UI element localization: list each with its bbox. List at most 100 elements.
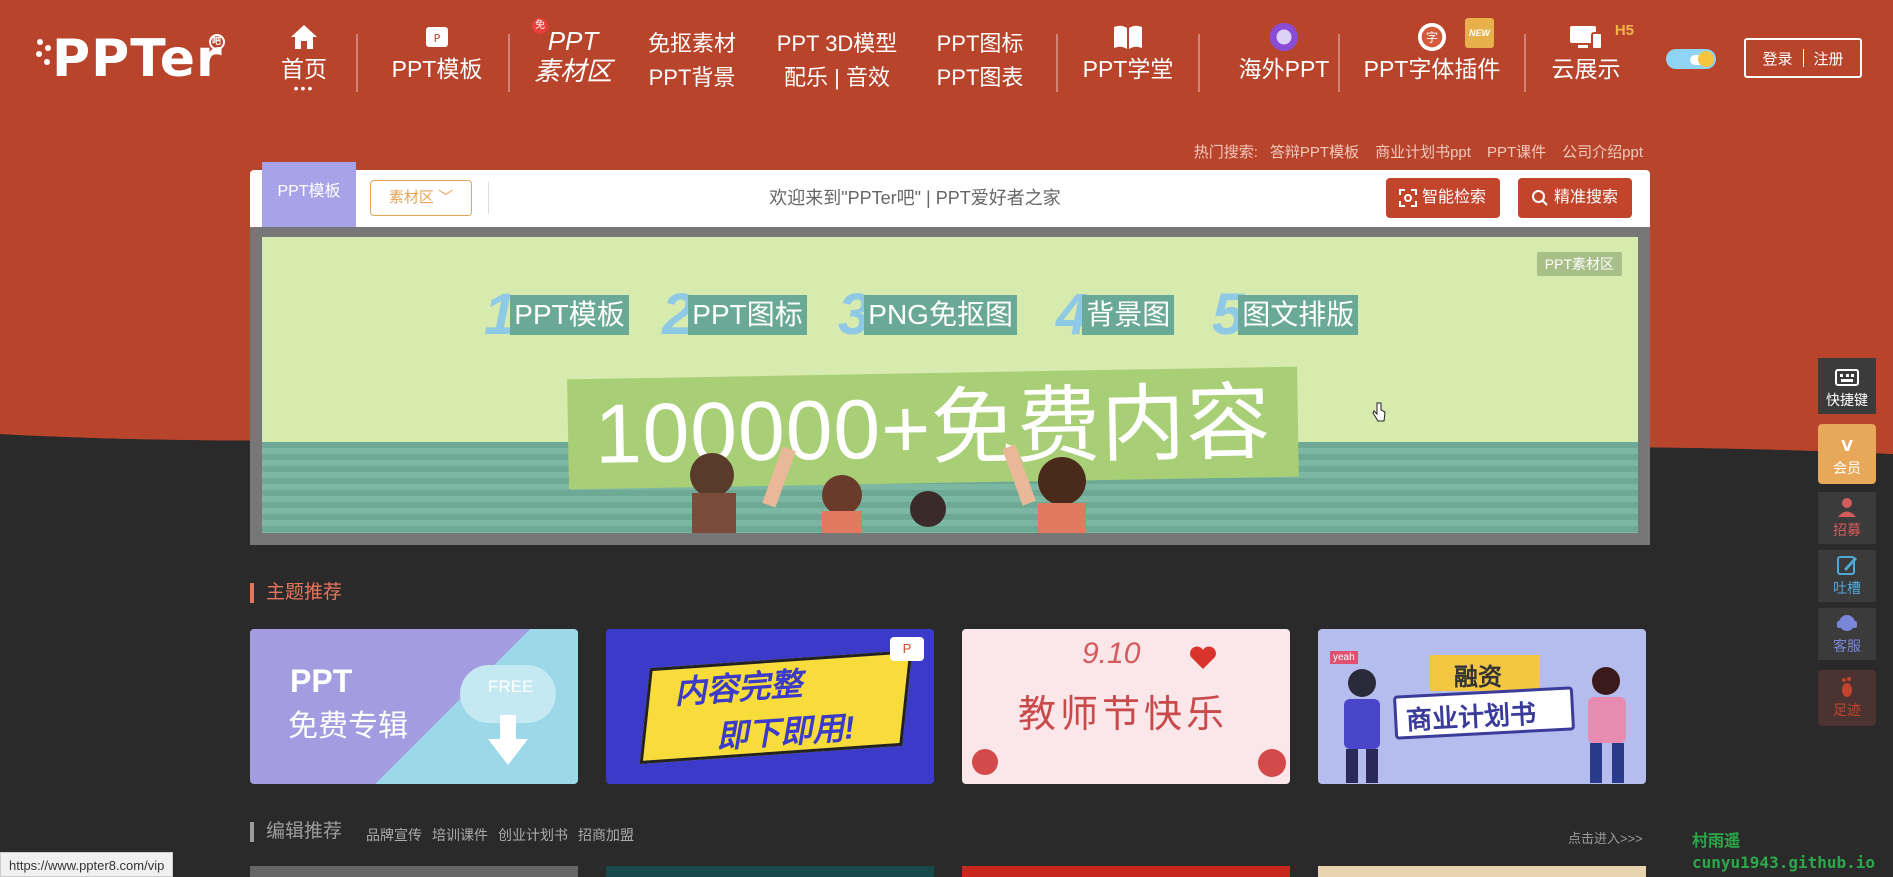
nav-ppt-template-label: PPT模板	[391, 56, 483, 82]
nav-home-label: 首页	[281, 56, 327, 82]
feedback-label: 吐槽	[1833, 580, 1861, 596]
woman-illustration	[1588, 667, 1626, 783]
book-icon	[1114, 25, 1142, 49]
watermark-name: 村雨遥	[1692, 831, 1741, 850]
logo-text: PPTer	[52, 29, 223, 89]
search-bar: PPT模板 素材区 ﹀ 欢迎来到"PPTer吧" | PPT爱好者之家 智能检索…	[250, 162, 1650, 227]
banner-feature: 5 图文排版	[1212, 285, 1359, 345]
service-button[interactable]: 客服	[1818, 608, 1876, 660]
category-dropdown[interactable]: 素材区 ﹀	[370, 180, 472, 216]
card-title: 内容完整	[673, 665, 804, 711]
search-tab-ppt[interactable]: PPT模板	[262, 162, 356, 227]
hot-search-item[interactable]: 公司介绍ppt	[1562, 141, 1643, 162]
mouse-pointer-icon	[1372, 402, 1386, 422]
feature-label: 背景图	[1082, 295, 1175, 335]
svg-text:P: P	[434, 32, 441, 45]
edit-icon	[1837, 556, 1857, 575]
editor-card[interactable]	[250, 866, 578, 877]
nav-divider	[1338, 34, 1340, 92]
nav-cutout-bg: 免抠素材 PPT背景	[642, 27, 742, 95]
recruit-button[interactable]: 招募	[1818, 492, 1876, 544]
free-badge: 免	[532, 18, 548, 34]
feedback-button[interactable]: 吐槽	[1818, 550, 1876, 602]
precise-search-button[interactable]: 精准搜索	[1518, 178, 1633, 218]
card-title: 9.10	[1082, 637, 1141, 670]
nav-material[interactable]: 免 PPT 素材区	[532, 18, 614, 86]
hot-search-item[interactable]: PPT课件	[1487, 141, 1546, 162]
logo-badge: 吧	[209, 34, 225, 50]
editor-tag[interactable]: 招商加盟	[578, 825, 634, 845]
register-button[interactable]: 注册	[1804, 48, 1854, 69]
font-plugin-icon: 字	[1417, 22, 1447, 52]
keyboard-icon	[1835, 369, 1859, 386]
nav-school[interactable]: PPT学堂	[1080, 22, 1176, 84]
service-label: 客服	[1833, 638, 1861, 654]
people-illustration	[690, 445, 1086, 533]
shortcut-label: 快捷键	[1826, 392, 1868, 408]
banner-feature: 2 PPT图标	[662, 285, 807, 345]
smart-search-button[interactable]: 智能检索	[1386, 178, 1501, 218]
nav-font-plugin-label: PPT字体插件	[1363, 56, 1501, 82]
hot-search-item[interactable]: 商业计划书ppt	[1375, 141, 1471, 162]
nav-overseas[interactable]: 海外PPT	[1222, 22, 1346, 84]
editor-card[interactable]	[606, 866, 934, 877]
hot-search-label: 热门搜索:	[1193, 144, 1258, 161]
footprint-button[interactable]: 足迹	[1818, 670, 1876, 726]
shortcut-button[interactable]: 快捷键	[1818, 358, 1876, 414]
nav-home[interactable]: 首页 •••	[276, 22, 332, 95]
section-title-theme: 主题推荐	[250, 583, 342, 603]
search-divider	[488, 182, 489, 214]
footprint-label: 足迹	[1833, 702, 1861, 718]
editor-tag[interactable]: 培训课件	[432, 825, 488, 845]
editor-tag[interactable]: 品牌宣传	[366, 825, 422, 845]
nav-font-plugin[interactable]: NEW 字 PPT字体插件	[1362, 18, 1502, 84]
vip-button[interactable]: V 会员	[1818, 424, 1876, 484]
banner-frame: PPT素材区 1 PPT模板 2 PPT图标 3 PNG免抠图 4 背景图 5 …	[250, 227, 1650, 545]
enter-more-link[interactable]: 点击进入>>>	[1568, 828, 1643, 847]
editor-card[interactable]	[962, 866, 1290, 877]
feature-label: PPT模板	[510, 295, 629, 335]
hero-banner[interactable]: PPT素材区 1 PPT模板 2 PPT图标 3 PNG免抠图 4 背景图 5 …	[262, 237, 1638, 533]
search-icon	[1532, 190, 1548, 206]
nav-cloud[interactable]: H5 云展示	[1548, 22, 1635, 84]
hot-search-item[interactable]: 答辩PPT模板	[1270, 141, 1359, 162]
card-subtitle: 商业计划书	[1405, 698, 1537, 736]
nav-charts[interactable]: PPT图表	[930, 61, 1030, 95]
chevron-down-icon: ﹀	[438, 189, 454, 206]
sun-icon	[1698, 51, 1714, 67]
theme-card[interactable]: PPT 免费专辑 FREE	[250, 629, 578, 784]
site-logo[interactable]: PPTer 吧	[36, 28, 225, 90]
nav-divider	[356, 34, 358, 92]
editor-tag[interactable]: 创业计划书	[498, 825, 568, 845]
nav-divider	[508, 34, 510, 92]
theme-card[interactable]: 融资 商业计划书 yeah	[1318, 629, 1646, 784]
nav-cutout[interactable]: 免抠素材	[642, 27, 742, 61]
man-illustration	[1344, 669, 1380, 783]
theme-card[interactable]: 内容完整 即下即用! P	[606, 629, 934, 784]
feature-label: PNG免抠图	[864, 295, 1017, 335]
person-icon	[1838, 498, 1856, 517]
nav-3d-music: PPT 3D模型 配乐 | 音效	[772, 27, 902, 95]
heart-icon	[1190, 646, 1216, 669]
hot-search: 热门搜索: 答辩PPT模板 商业计划书ppt PPT课件 公司介绍ppt	[1194, 141, 1643, 162]
theme-toggle[interactable]	[1666, 49, 1716, 69]
search-input[interactable]: 欢迎来到"PPTer吧" | PPT爱好者之家	[500, 170, 1330, 227]
recruit-label: 招募	[1833, 522, 1861, 538]
theme-cards: PPT 免费专辑 FREE 内容完整 即下即用! P 9.10 教师节快乐 融资…	[250, 629, 1650, 784]
download-icon	[488, 715, 528, 765]
nav-3d-model[interactable]: PPT 3D模型	[772, 27, 902, 61]
h5-badge: H5	[1614, 22, 1634, 39]
nav-music[interactable]: 配乐 | 音效	[772, 61, 902, 95]
nav-icons[interactable]: PPT图标	[930, 27, 1030, 61]
yeah-tag: yeah	[1330, 651, 1358, 664]
card-title: PPT	[290, 663, 353, 699]
theme-card[interactable]: 9.10 教师节快乐	[962, 629, 1290, 784]
nav-background[interactable]: PPT背景	[642, 61, 742, 95]
banner-feature: 4 背景图	[1056, 285, 1175, 345]
editor-card[interactable]	[1318, 866, 1646, 877]
nav-material-line2: 素材区	[533, 56, 612, 86]
banner-feature: 1 PPT模板	[484, 285, 629, 345]
login-button[interactable]: 登录	[1752, 48, 1802, 69]
nav-ppt-template[interactable]: P PPT模板	[382, 22, 492, 84]
card-subtitle: 免费专辑	[288, 710, 408, 743]
